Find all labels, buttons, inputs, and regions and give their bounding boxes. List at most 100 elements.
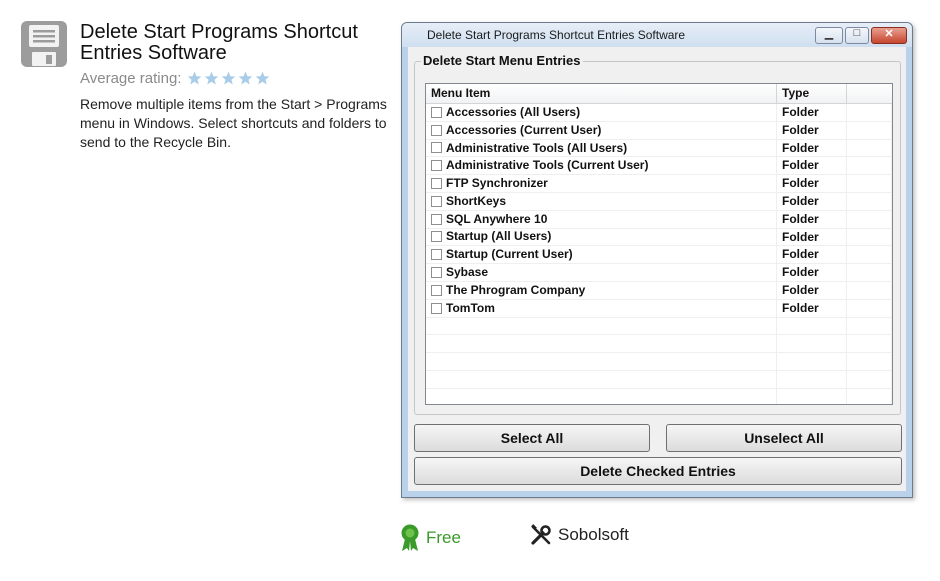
type-cell: Folder	[777, 228, 847, 246]
menu-item-cell: Administrative Tools (Current User)	[426, 157, 777, 175]
menu-item-cell: The Phrogram Company	[426, 281, 777, 299]
item-checkbox[interactable]	[431, 142, 442, 154]
list-item[interactable]: Accessories (All Users) Folder	[426, 104, 892, 122]
unselect-all-button[interactable]: Unselect All	[666, 424, 902, 452]
list-item[interactable]: Administrative Tools (Current User) Folde…	[426, 157, 892, 176]
empty-cell	[847, 210, 892, 228]
list-item[interactable]: Accessories (Current User) Folder	[426, 121, 892, 140]
list-item[interactable]: FTP Synchronizer Folder	[426, 175, 892, 193]
app-title: Delete Start Programs Shortcut Entries S…	[80, 21, 358, 64]
type-cell: Folder	[777, 264, 847, 281]
menu-item-cell: Startup (All Users)	[426, 228, 777, 246]
type-cell: Folder	[777, 104, 847, 121]
menu-item-cell: Sybase	[426, 264, 777, 281]
empty-cell	[847, 104, 892, 121]
empty-list-row	[426, 335, 892, 354]
groupbox-label: Delete Start Menu Entries	[421, 53, 583, 68]
app-window: Delete Start Programs Shortcut Entries S…	[401, 22, 913, 498]
item-checkbox[interactable]	[431, 160, 442, 172]
window-titlebar[interactable]: Delete Start Programs Shortcut Entries S…	[402, 23, 912, 47]
empty-cell	[847, 121, 892, 139]
column-header-type[interactable]: Type	[777, 84, 847, 103]
maximize-button[interactable]: □	[845, 27, 869, 44]
close-button[interactable]: ✕	[871, 27, 907, 44]
item-checkbox[interactable]	[431, 213, 442, 225]
item-checkbox[interactable]	[431, 178, 442, 190]
star-icon[interactable]	[221, 71, 236, 86]
maximize-icon: □	[853, 27, 861, 39]
type-cell: Folder	[777, 157, 847, 175]
item-checkbox[interactable]	[431, 302, 442, 314]
license-info[interactable]: Free	[400, 524, 461, 552]
item-checkbox[interactable]	[431, 231, 442, 243]
list-item[interactable]: SQL Anywhere 10 Folder	[426, 210, 892, 229]
item-checkbox[interactable]	[431, 284, 442, 296]
list-item[interactable]: ShortKeys Folder	[426, 192, 892, 211]
empty-cell	[847, 157, 892, 175]
type-cell: Folder	[777, 210, 847, 228]
publisher-info[interactable]: Sobolsoft	[530, 524, 629, 546]
menu-item-label: The Phrogram Company	[446, 282, 586, 297]
list-header: Menu Item Type	[426, 84, 892, 104]
item-checkbox[interactable]	[431, 106, 442, 118]
menu-entries-list[interactable]: Menu Item Type Accessories (All Users) Fo…	[425, 83, 893, 405]
type-cell: Folder	[777, 299, 847, 317]
minimize-button[interactable]: ▁	[815, 27, 843, 44]
menu-item-label: Accessories (All Users)	[446, 104, 581, 119]
star-icon[interactable]	[255, 71, 270, 86]
type-cell: Folder	[777, 281, 847, 299]
empty-list-row	[426, 317, 892, 336]
menu-item-label: Startup (All Users)	[446, 229, 552, 244]
delete-checked-button[interactable]: Delete Checked Entries	[414, 457, 902, 485]
close-icon: ✕	[884, 28, 894, 40]
list-body: Accessories (All Users) Folder Accessories…	[426, 104, 892, 404]
column-header-menu-item[interactable]: Menu Item	[426, 84, 777, 103]
list-item[interactable]: Sybase Folder	[426, 264, 892, 282]
menu-item-cell: TomTom	[426, 299, 777, 317]
menu-item-cell: Accessories (Current User)	[426, 121, 777, 139]
rating-label: Average rating:	[80, 70, 182, 87]
award-ribbon-icon	[401, 524, 419, 551]
menu-item-cell: Accessories (All Users)	[426, 104, 777, 121]
list-item[interactable]: The Phrogram Company Folder	[426, 281, 892, 300]
item-checkbox[interactable]	[431, 249, 442, 261]
list-item[interactable]: Startup (All Users) Folder	[426, 228, 892, 247]
menu-item-label: Sybase	[446, 265, 489, 280]
list-item[interactable]: Startup (Current User) Folder	[426, 246, 892, 265]
select-all-button[interactable]: Select All	[414, 424, 650, 452]
type-cell: Folder	[777, 246, 847, 264]
item-checkbox[interactable]	[431, 124, 442, 136]
type-cell: Folder	[777, 192, 847, 210]
item-checkbox[interactable]	[431, 195, 442, 207]
star-icon[interactable]	[187, 71, 202, 86]
menu-item-cell: FTP Synchronizer	[426, 175, 777, 192]
empty-cell	[847, 264, 892, 281]
window-title: Delete Start Programs Shortcut Entries S…	[427, 28, 686, 42]
menu-item-cell: ShortKeys	[426, 192, 777, 210]
empty-list-row	[426, 370, 892, 389]
menu-item-label: Accessories (Current User)	[446, 122, 602, 137]
empty-cell	[847, 192, 892, 210]
column-header-empty[interactable]	[847, 84, 892, 103]
list-item[interactable]: TomTom Folder	[426, 299, 892, 318]
floppy-disk-icon	[20, 20, 68, 68]
empty-cell	[847, 281, 892, 299]
window-client: Delete Start Menu Entries Menu Item Type…	[408, 47, 906, 491]
type-cell: Folder	[777, 175, 847, 192]
type-cell: Folder	[777, 121, 847, 139]
tools-icon	[531, 524, 551, 545]
empty-cell	[847, 139, 892, 157]
minimize-icon: ▁	[824, 28, 834, 40]
menu-item-cell: Administrative Tools (All Users)	[426, 139, 777, 157]
empty-cell	[847, 175, 892, 192]
star-icon[interactable]	[238, 71, 253, 86]
menu-item-label: Administrative Tools (Current User)	[446, 158, 649, 173]
start-menu-groupbox: Delete Start Menu Entries Menu Item Type…	[414, 53, 901, 415]
menu-item-label: ShortKeys	[446, 193, 507, 208]
star-icon[interactable]	[204, 71, 219, 86]
menu-item-label: Startup (Current User)	[446, 247, 573, 262]
item-checkbox[interactable]	[431, 267, 442, 279]
list-item[interactable]: Administrative Tools (All Users) Folder	[426, 139, 892, 158]
rating-stars[interactable]	[187, 71, 272, 86]
rating: Average rating:	[80, 70, 272, 87]
